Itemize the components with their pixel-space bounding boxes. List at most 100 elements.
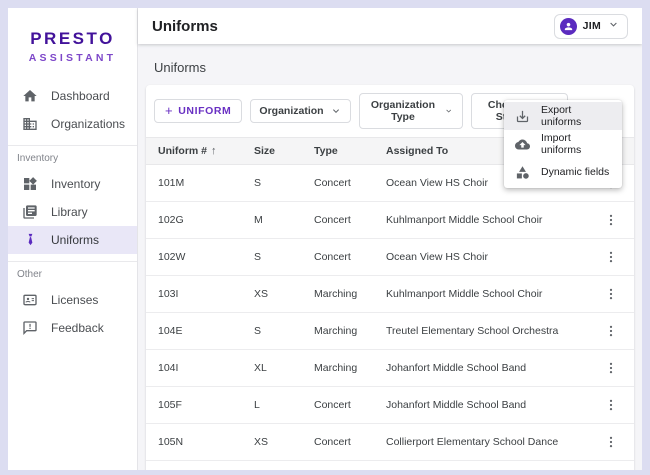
row-menu-button[interactable] <box>602 396 620 414</box>
table-row[interactable]: 102G M Concert Kuhlmanport Middle School… <box>146 202 634 239</box>
sidebar-item-uniforms[interactable]: Uniforms <box>8 226 137 254</box>
kebab-menu-icon <box>604 287 618 301</box>
cell-type: Marching <box>302 288 374 300</box>
sidebar-item-label: Licenses <box>51 293 98 307</box>
cell-assigned-to: Treutel Elementary School Orchestra <box>374 325 582 337</box>
building-icon <box>22 116 38 132</box>
sidebar-item-feedback[interactable]: Feedback <box>8 314 137 342</box>
cell-type: Concert <box>302 177 374 189</box>
row-menu-button[interactable] <box>602 211 620 229</box>
cell-type: Concert <box>302 399 374 411</box>
cell-uniform-number: 105F <box>146 399 242 411</box>
app-window: PRESTO ASSISTANT Dashboard Organizations… <box>8 8 642 470</box>
widgets-icon <box>22 176 38 192</box>
table-row[interactable]: 105V S Concert Johanfort Middle School B… <box>146 461 634 470</box>
cell-uniform-number: 101M <box>146 177 242 189</box>
tie-icon <box>22 232 38 248</box>
feedback-icon <box>22 320 38 336</box>
brand-logo[interactable]: PRESTO ASSISTANT <box>8 8 137 82</box>
kebab-menu-icon <box>604 324 618 338</box>
sidebar-item-label: Library <box>51 205 88 219</box>
cell-actions <box>582 433 634 451</box>
home-icon <box>22 88 38 104</box>
library-icon <box>22 204 38 220</box>
column-header-type[interactable]: Type <box>302 145 374 157</box>
cell-size: XL <box>242 362 302 374</box>
table-body: 101M S Concert Ocean View HS Choir 102G … <box>146 165 634 470</box>
kebab-menu-icon <box>604 250 618 264</box>
cell-uniform-number: 103I <box>146 288 242 300</box>
cell-uniform-number: 104E <box>146 325 242 337</box>
kebab-menu-icon <box>604 361 618 375</box>
sidebar-item-library[interactable]: Library <box>8 198 137 226</box>
cell-size: S <box>242 325 302 337</box>
plus-icon: + <box>165 106 173 116</box>
sidebar-section-inventory: Inventory <box>8 146 137 170</box>
row-menu-button[interactable] <box>602 248 620 266</box>
filter-label: Organization Type <box>368 99 439 123</box>
menu-item-label: Export uniforms <box>541 104 611 128</box>
sidebar: PRESTO ASSISTANT Dashboard Organizations… <box>8 8 138 470</box>
user-menu-button[interactable]: JIM <box>554 14 628 39</box>
add-uniform-button[interactable]: + UNIFORM <box>154 99 242 123</box>
cell-size: XS <box>242 288 302 300</box>
organization-type-filter[interactable]: Organization Type <box>359 93 463 129</box>
table-row[interactable]: 105F L Concert Johanfort Middle School B… <box>146 387 634 424</box>
cell-assigned-to: Ocean View HS Choir <box>374 251 582 263</box>
sidebar-item-label: Dashboard <box>51 89 110 103</box>
cell-assigned-to: Kuhlmanport Middle School Choir <box>374 288 582 300</box>
sidebar-item-inventory[interactable]: Inventory <box>8 170 137 198</box>
row-menu-button[interactable] <box>602 285 620 303</box>
cell-type: Concert <box>302 251 374 263</box>
cell-size: S <box>242 177 302 189</box>
sidebar-item-label: Inventory <box>51 177 100 191</box>
menu-item-label: Import uniforms <box>541 132 611 156</box>
row-menu-button[interactable] <box>602 359 620 377</box>
menu-item-export-uniforms[interactable]: Export uniforms <box>504 102 622 130</box>
row-menu-button[interactable] <box>602 433 620 451</box>
cell-uniform-number: 102W <box>146 251 242 263</box>
sort-ascending-icon: ↑ <box>211 145 217 157</box>
cell-actions <box>582 396 634 414</box>
cell-actions <box>582 359 634 377</box>
cell-assigned-to: Johanfort Middle School Band <box>374 399 582 411</box>
cell-actions <box>582 285 634 303</box>
avatar <box>560 18 577 35</box>
download-icon <box>515 109 530 124</box>
menu-item-label: Dynamic fields <box>541 166 609 178</box>
cell-type: Marching <box>302 362 374 374</box>
menu-item-import-uniforms[interactable]: Import uniforms <box>504 130 622 158</box>
cell-actions <box>582 211 634 229</box>
category-icon <box>515 165 530 180</box>
add-uniform-label: UNIFORM <box>178 105 231 117</box>
sidebar-item-dashboard[interactable]: Dashboard <box>8 82 137 110</box>
cell-type: Concert <box>302 214 374 226</box>
sidebar-item-licenses[interactable]: Licenses <box>8 286 137 314</box>
cell-uniform-number: 102G <box>146 214 242 226</box>
table-row[interactable]: 104I XL Marching Johanfort Middle School… <box>146 350 634 387</box>
cell-uniform-number: 105N <box>146 436 242 448</box>
cell-size: L <box>242 399 302 411</box>
kebab-menu-icon <box>604 213 618 227</box>
sidebar-item-label: Uniforms <box>51 233 99 247</box>
row-menu-button[interactable] <box>602 322 620 340</box>
cell-actions <box>582 322 634 340</box>
table-row[interactable]: 105N XS Concert Collierport Elementary S… <box>146 424 634 461</box>
cell-size: S <box>242 251 302 263</box>
kebab-menu-icon <box>604 435 618 449</box>
table-row[interactable]: 104E S Marching Treutel Elementary Schoo… <box>146 313 634 350</box>
cell-type: Marching <box>302 325 374 337</box>
user-name: JIM <box>583 20 601 32</box>
menu-item-dynamic-fields[interactable]: Dynamic fields <box>504 158 622 186</box>
section-title: Uniforms <box>154 60 634 75</box>
content-area: Uniforms + UNIFORM Organization Organiza… <box>138 44 642 470</box>
table-row[interactable]: 103I XS Marching Kuhlmanport Middle Scho… <box>146 276 634 313</box>
cell-size: XS <box>242 436 302 448</box>
organization-filter[interactable]: Organization <box>250 99 350 123</box>
column-header-size[interactable]: Size <box>242 145 302 157</box>
table-row[interactable]: 102W S Concert Ocean View HS Choir <box>146 239 634 276</box>
cell-size: M <box>242 214 302 226</box>
sidebar-item-organizations[interactable]: Organizations <box>8 110 137 138</box>
chevron-down-icon <box>330 105 342 117</box>
column-header-uniform-number[interactable]: Uniform # ↑ <box>146 145 242 157</box>
